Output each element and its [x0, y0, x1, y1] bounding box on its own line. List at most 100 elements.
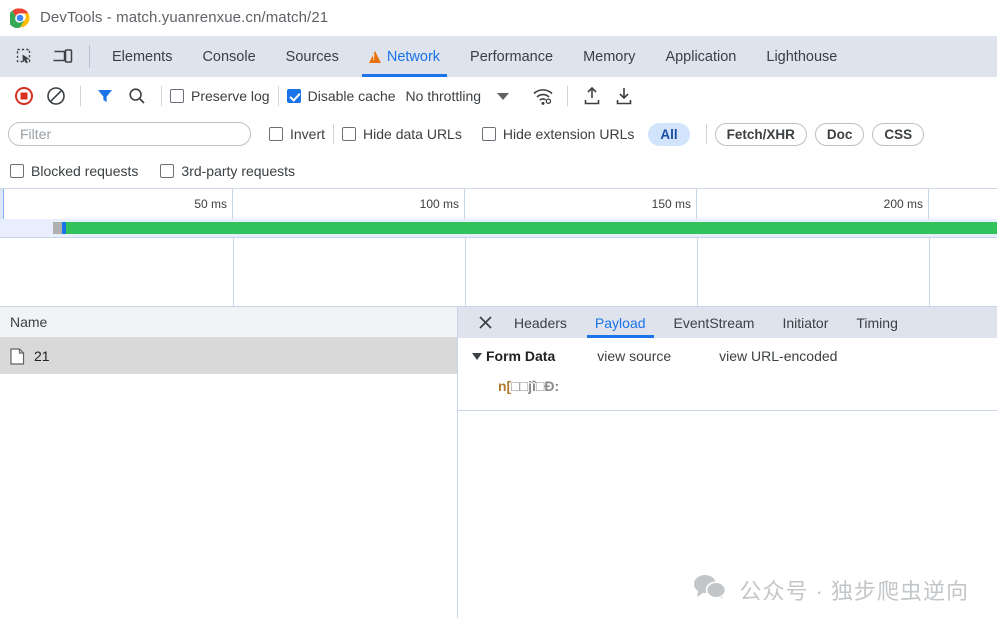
throttling-select[interactable]: No throttling [406, 88, 481, 104]
hide-data-urls-box [342, 127, 357, 141]
overview-tick-150: 150 ms [465, 189, 697, 219]
tab-performance[interactable]: Performance [455, 36, 568, 77]
table-row[interactable]: 21 [0, 338, 457, 374]
type-chip-doc[interactable]: Doc [814, 122, 865, 146]
third-party-requests-checkbox[interactable]: 3rd-party requests [160, 163, 295, 179]
tab-console[interactable]: Console [187, 36, 270, 77]
invert-label: Invert [290, 126, 326, 142]
tab-console-label: Console [202, 48, 256, 65]
tab-memory-label: Memory [583, 48, 636, 65]
import-har-icon[interactable] [576, 81, 608, 111]
wechat-icon [693, 573, 727, 606]
hide-data-urls-label: Hide data URLs [363, 126, 462, 142]
invert-box [269, 127, 283, 141]
detail-tab-payload[interactable]: Payload [581, 307, 660, 338]
detail-tab-initiator[interactable]: Initiator [768, 307, 842, 338]
wifi-settings-icon[interactable] [527, 81, 559, 111]
tab-application[interactable]: Application [650, 36, 751, 77]
requests-pane: Name 21 [0, 307, 457, 618]
form-data-key-body: □□jî□Ð [511, 378, 555, 394]
hide-extension-urls-box [481, 127, 496, 141]
filter-separator-2 [705, 124, 707, 144]
export-har-icon[interactable] [608, 81, 640, 111]
detail-tabstrip: Headers Payload EventStream Initiator Ti… [458, 307, 997, 338]
network-split-view: Name 21 Headers Payload EventStream Init… [0, 306, 997, 618]
detail-tab-timing[interactable]: Timing [842, 307, 912, 338]
tab-application-label: Application [665, 48, 737, 65]
form-data-entry-key[interactable]: n[□□jî□Ð: [472, 378, 997, 394]
devtools-window: DevTools - match.yuanrenxue.cn/match/21 … [0, 0, 997, 628]
tabstrip-separator [89, 45, 90, 68]
toolbar-separator-2 [161, 86, 162, 106]
detail-tab-eventstream[interactable]: EventStream [660, 307, 769, 338]
request-detail-pane: Headers Payload EventStream Initiator Ti… [458, 307, 997, 618]
device-toolbar-icon[interactable] [44, 36, 82, 77]
watermark-text: 公众号 · 独步爬虫逆向 [739, 578, 969, 604]
overview-request-band [0, 219, 997, 237]
third-party-requests-label: 3rd-party requests [181, 162, 296, 179]
network-toolbar: Preserve log Disable cache No throttling [0, 77, 997, 115]
close-icon[interactable] [470, 307, 500, 338]
overview-ruler: 50 ms 100 ms 150 ms 200 ms [0, 189, 997, 219]
tab-lighthouse[interactable]: Lighthouse [751, 36, 852, 77]
form-data-header: Form Data view source view URL-encoded [472, 348, 997, 364]
overview-tick-200: 200 ms [697, 189, 929, 219]
form-data-key-suffix: : [554, 378, 560, 394]
disable-cache-box [286, 89, 301, 103]
filter-separator-1 [333, 124, 335, 144]
hide-extension-urls-checkbox[interactable]: Hide extension URLs [481, 126, 635, 142]
disable-cache-checkbox[interactable]: Disable cache [286, 88, 396, 104]
tab-lighthouse-label: Lighthouse [766, 48, 838, 65]
toolbar-separator-3 [277, 86, 279, 106]
network-overview[interactable]: 50 ms 100 ms 150 ms 200 ms [0, 188, 997, 306]
inspect-element-icon[interactable] [6, 36, 44, 77]
record-stop-icon[interactable] [8, 81, 40, 111]
devtools-tabstrip: Elements Console Sources Network Perform… [0, 36, 997, 77]
filter-funnel-icon[interactable] [89, 81, 121, 111]
tab-sources-label: Sources [285, 48, 339, 65]
type-chip-all[interactable]: All [648, 122, 690, 146]
tab-sources[interactable]: Sources [271, 36, 354, 77]
form-data-title: Form Data [486, 348, 556, 364]
preserve-log-box [170, 89, 184, 103]
request-name: 21 [34, 348, 50, 364]
chrome-logo-icon [8, 7, 30, 28]
warning-triangle-icon [368, 50, 381, 63]
chevron-down-icon[interactable] [497, 92, 510, 100]
blocked-requests-checkbox[interactable]: Blocked requests [10, 163, 138, 179]
toolbar-separator-1 [80, 86, 81, 106]
watermark: 公众号 · 独步爬虫逆向 [693, 573, 969, 606]
toolbar-separator-4 [567, 86, 569, 106]
clear-icon[interactable] [40, 81, 72, 111]
search-icon[interactable] [121, 81, 153, 111]
filter-row: Invert Hide data URLs Hide extension URL… [0, 115, 997, 153]
detail-tab-headers[interactable]: Headers [500, 307, 581, 338]
overview-bar-wait [53, 222, 62, 234]
tab-performance-label: Performance [470, 48, 554, 65]
column-header-name: Name [10, 314, 48, 330]
blocked-requests-label: Blocked requests [31, 162, 139, 179]
tab-network-label: Network [386, 48, 441, 65]
document-icon [10, 347, 25, 365]
tab-network[interactable]: Network [354, 36, 455, 77]
tab-elements[interactable]: Elements [97, 36, 187, 77]
view-url-encoded-link[interactable]: view URL-encoded [719, 348, 837, 364]
view-source-link[interactable]: view source [597, 348, 671, 364]
hide-extension-urls-label: Hide extension URLs [502, 126, 635, 142]
requests-table-header: Name [0, 307, 457, 338]
type-chip-css[interactable]: CSS [872, 122, 925, 146]
overview-bar-download [66, 222, 997, 234]
title-bar: DevTools - match.yuanrenxue.cn/match/21 [0, 0, 997, 36]
filter-input[interactable] [8, 122, 251, 146]
preserve-log-label: Preserve log [191, 88, 270, 104]
hide-data-urls-checkbox[interactable]: Hide data URLs [342, 126, 462, 142]
preserve-log-checkbox[interactable]: Preserve log [170, 88, 270, 104]
type-chip-fetch-xhr[interactable]: Fetch/XHR [714, 122, 807, 146]
disable-cache-label: Disable cache [307, 88, 396, 104]
form-data-key-prefix: n[ [498, 378, 512, 394]
form-data-section: Form Data view source view URL-encoded n… [458, 338, 997, 411]
tab-memory[interactable]: Memory [568, 36, 650, 77]
triangle-down-icon[interactable] [472, 352, 482, 360]
tab-elements-label: Elements [112, 48, 173, 65]
invert-checkbox[interactable]: Invert [269, 126, 325, 142]
